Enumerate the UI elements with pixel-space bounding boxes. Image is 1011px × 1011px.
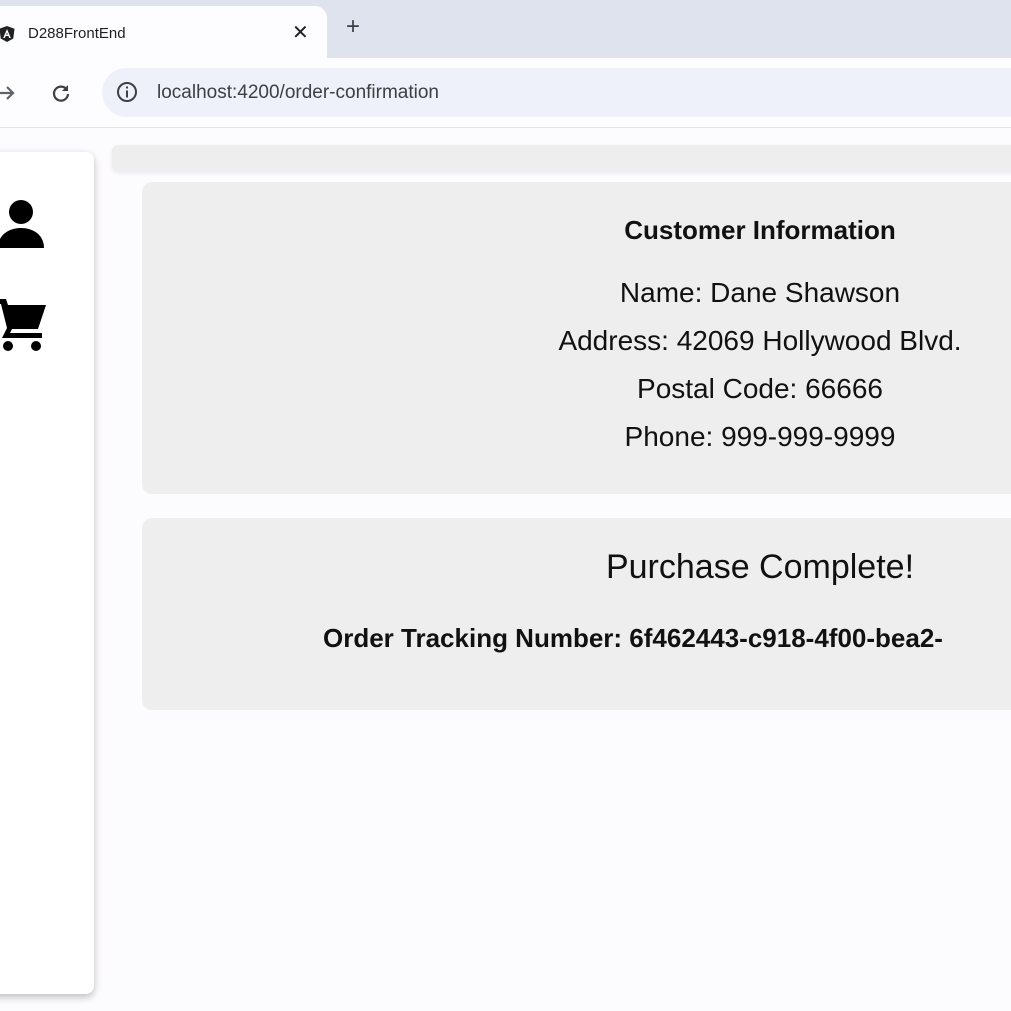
- customer-postal-code: Postal Code: 66666: [637, 373, 883, 404]
- site-info-icon[interactable]: [116, 81, 138, 103]
- address-bar[interactable]: localhost:4200/order-confirmation: [102, 68, 1011, 117]
- new-tab-button[interactable]: +: [346, 13, 360, 41]
- customer-information-card: Customer Information Name: Dane Shawson …: [142, 182, 1011, 494]
- tab-close-icon[interactable]: ✕: [292, 22, 309, 44]
- person-icon[interactable]: [0, 198, 46, 250]
- sidebar: [0, 152, 94, 994]
- angular-logo-icon: [0, 26, 15, 42]
- shopping-cart-icon[interactable]: [0, 295, 48, 353]
- purchase-complete-card: Purchase Complete! Order Tracking Number…: [142, 518, 1011, 710]
- customer-name: Name: Dane Shawson: [619, 277, 901, 308]
- customer-phone: Phone: 999-999-9999: [624, 421, 896, 452]
- reload-icon[interactable]: [47, 79, 75, 107]
- order-tracking-number: Order Tracking Number: 6f462443-c918-4f0…: [323, 623, 943, 653]
- browser-tab-bar: D288FrontEnd ✕ +: [0, 0, 1011, 58]
- customer-info-heading: Customer Information: [624, 215, 896, 245]
- forward-arrow-icon[interactable]: [0, 79, 20, 107]
- url-text: localhost:4200/order-confirmation: [157, 82, 439, 103]
- top-toolbar-strip: [112, 145, 1011, 171]
- browser-tab[interactable]: D288FrontEnd ✕: [0, 6, 327, 58]
- purchase-complete-heading: Purchase Complete!: [605, 548, 915, 586]
- browser-toolbar: localhost:4200/order-confirmation: [0, 58, 1011, 128]
- tab-title: D288FrontEnd: [28, 25, 126, 42]
- customer-address: Address: 42069 Hollywood Blvd.: [558, 325, 962, 356]
